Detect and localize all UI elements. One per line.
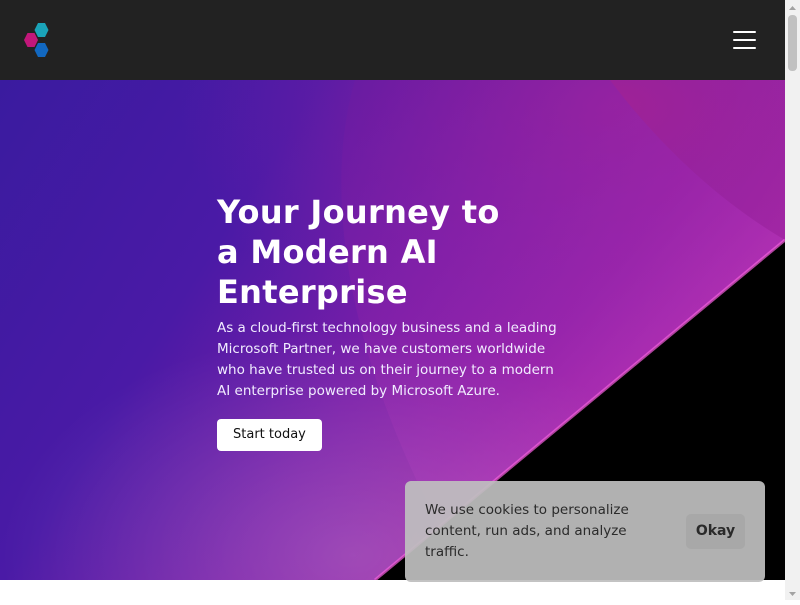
hexagon-cluster-logo-icon[interactable] [24, 22, 60, 58]
site-header [0, 0, 785, 80]
hero-description: As a cloud-first technology business and… [217, 320, 557, 399]
vertical-scrollbar[interactable] [785, 0, 800, 600]
cookie-message: We use cookies to personalize content, r… [425, 502, 629, 560]
scroll-up-arrow-icon[interactable] [785, 0, 800, 14]
hero-title: Your Journey to a Modern AI Enterprise [217, 193, 500, 311]
start-today-button[interactable]: Start today [217, 419, 322, 451]
page-viewport: Your Journey to a Modern AI Enterprise A… [0, 0, 785, 600]
scrollbar-thumb[interactable] [788, 15, 797, 71]
hamburger-menu-icon[interactable] [730, 28, 760, 52]
hero-content: Your Journey to a Modern AI Enterprise A… [217, 192, 577, 451]
scroll-down-arrow-icon[interactable] [785, 586, 800, 600]
cookie-okay-button[interactable]: Okay [686, 514, 745, 549]
cookie-banner: We use cookies to personalize content, r… [405, 481, 765, 582]
